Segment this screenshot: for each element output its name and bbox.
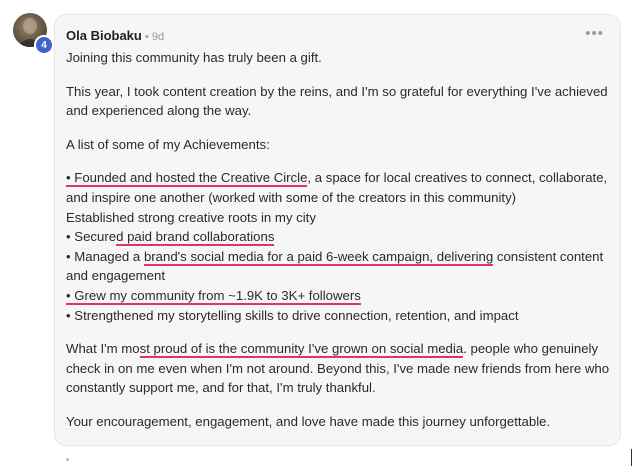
paragraph-list-heading: A list of some of my Achievements: xyxy=(66,136,270,152)
post-age[interactable]: 9d xyxy=(152,31,164,43)
paragraph-closing: Your encouragement, engagement, and love… xyxy=(66,413,551,429)
text-cursor xyxy=(631,449,632,466)
list-item-6: • Strengthened my storytelling skills to… xyxy=(66,307,519,323)
paragraph-intro: Joining this community has truly been a … xyxy=(66,50,322,65)
highlight-community-growth: • Grew my community from ~1.9K to 3K+ fo… xyxy=(66,287,361,305)
more-options-icon[interactable]: ••• xyxy=(585,25,604,42)
post-header: Ola Biobaku • 9d xyxy=(66,28,164,43)
separator-dot: • xyxy=(141,31,152,43)
achievements-list: • Founded and hosted the Creative Circle… xyxy=(66,168,614,325)
highlight-creative-circle: • Founded and hosted the Creative Circle xyxy=(66,170,308,188)
author-name[interactable]: Ola Biobaku xyxy=(66,28,142,43)
author-avatar[interactable]: 4 xyxy=(13,13,54,55)
highlight-brand-collaborations: d paid brand collaborations xyxy=(116,229,275,247)
list-item-4-prefix: • Managed a xyxy=(66,248,144,264)
list-item-2: Established strong creative roots in my … xyxy=(66,209,316,225)
paragraph-gratitude: This year, I took content creation by th… xyxy=(66,83,608,119)
highlight-community-proud: st proud of is the community I've grown … xyxy=(139,341,464,359)
scroll-dot xyxy=(66,458,69,461)
list-item-3-prefix: • Secure xyxy=(66,229,117,245)
paragraph-proud-prefix: What I'm mo xyxy=(66,341,140,357)
paragraph-proud: What I'm most proud of is the community … xyxy=(66,339,614,398)
highlight-social-campaign: brand's social media for a paid 6-week c… xyxy=(143,248,494,266)
level-badge: 4 xyxy=(34,35,54,55)
post-card: Ola Biobaku • 9d ••• Joining this commun… xyxy=(54,14,621,446)
post-body: Joining this community has truly been a … xyxy=(66,48,614,446)
